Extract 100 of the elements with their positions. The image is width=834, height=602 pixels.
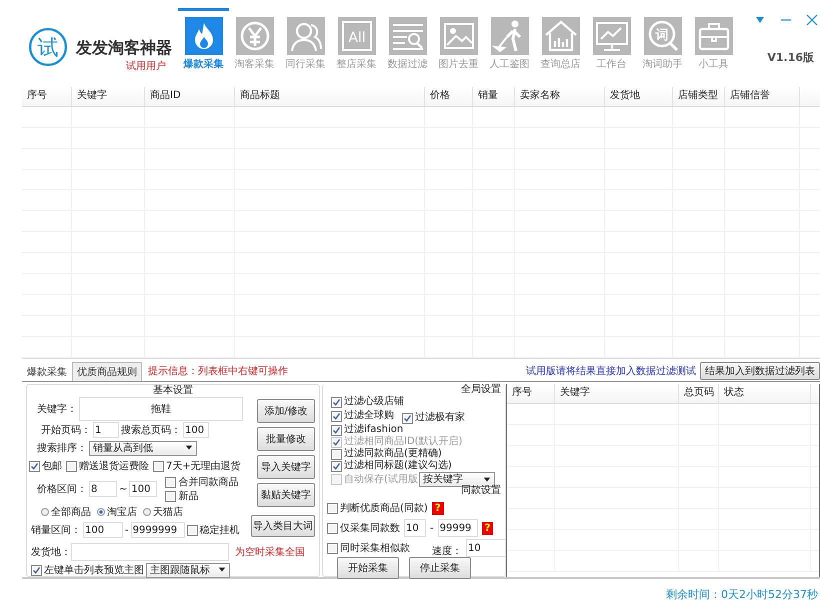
time-remaining-text: 剩余时间：0天2小时52分37秒: [665, 587, 819, 602]
checkbox[interactable]: [29, 460, 40, 472]
checkbox[interactable]: [165, 476, 176, 488]
close-icon: [806, 14, 818, 26]
checkbox-label: 过滤相同标题(建议勾选): [344, 460, 452, 472]
toolbar-tab[interactable]: 爆款采集: [178, 8, 229, 71]
checkbox-label: 判断优质商品(同款): [340, 502, 428, 515]
button[interactable]: 开始采集: [337, 557, 399, 579]
trial-note: 试用版请将结果直接加入数据过滤测试: [526, 364, 696, 378]
checkbox[interactable]: [331, 460, 342, 472]
input-field[interactable]: 10: [466, 539, 506, 557]
separator-text: -: [125, 524, 129, 536]
house-chart-icon: [542, 17, 580, 55]
checkbox-label: 过滤ifashion: [344, 424, 404, 436]
checkbox-label: 过滤极有家: [415, 412, 465, 424]
field-label: 搜索排序：: [36, 442, 87, 455]
separator-text: -: [430, 522, 434, 534]
help-badge[interactable]: ?: [482, 522, 494, 534]
image-icon: [440, 17, 478, 55]
button[interactable]: 添加/修改: [257, 399, 315, 423]
input-field[interactable]: 拖鞋: [79, 397, 243, 421]
radio-button[interactable]: [97, 508, 105, 516]
input-field[interactable]: 9999999: [130, 522, 185, 538]
dropdown[interactable]: 主图跟随鼠标: [146, 562, 230, 578]
monitor-chart-icon: [592, 17, 630, 55]
group-title: 基本设置: [152, 385, 194, 397]
checkbox-label: 仅采集同款数: [340, 522, 400, 535]
checkbox-label: 赠送退货运费险: [79, 460, 149, 473]
field-label: 价格区间：: [36, 482, 87, 496]
separator-text: ~: [119, 484, 128, 494]
input-field[interactable]: [71, 543, 229, 561]
column-header: 卖家名称: [515, 86, 605, 106]
field-label: 搜索总页码：: [121, 424, 181, 437]
user-status: 试用用户: [126, 60, 166, 73]
caret-icon: [218, 566, 226, 574]
all-icon: All: [338, 17, 376, 55]
input-field[interactable]: 10: [404, 519, 426, 537]
column-header: 店铺信誉: [725, 86, 800, 106]
checkbox-label: 过滤全球购: [344, 410, 394, 422]
input-field[interactable]: 100: [83, 522, 123, 538]
field-label: 发货地：: [31, 546, 69, 559]
column-header: 关键字: [555, 384, 679, 403]
checkbox[interactable]: [331, 410, 342, 422]
checkbox[interactable]: [331, 424, 342, 436]
checkbox-label: 合并同款商品: [178, 476, 238, 489]
column-header: 序号: [22, 86, 72, 106]
input-field[interactable]: 100: [183, 422, 209, 438]
checkbox[interactable]: [186, 524, 198, 536]
column-header: 商品标题: [235, 86, 425, 106]
column-header: 发货地: [605, 86, 673, 106]
checkbox[interactable]: [402, 412, 413, 424]
note-text: 为空时采集全国: [235, 546, 305, 559]
column-header: 状态: [719, 384, 811, 403]
field-label: 速度：: [432, 544, 462, 558]
sweeping-person-icon: [490, 17, 528, 55]
checkbox-label: 同时采集相似款: [340, 542, 410, 555]
checkbox[interactable]: [31, 564, 42, 576]
column-header: 销量: [473, 86, 515, 106]
button[interactable]: 停止采集: [409, 557, 471, 579]
button[interactable]: 导入关键字: [257, 455, 315, 479]
checkbox-label: 过滤同款商品(更精确): [344, 448, 442, 460]
check-icon: [32, 566, 41, 574]
hint-text: 提示信息：列表框中右键可操作: [148, 364, 288, 378]
help-badge[interactable]: ?: [432, 502, 444, 514]
yen-icon: [236, 17, 274, 55]
app-title: 发发淘客神器: [76, 38, 172, 59]
button[interactable]: 黏贴关键字: [257, 483, 315, 507]
dropdown[interactable]: 销量从高到低: [89, 440, 197, 456]
radio-button[interactable]: [41, 508, 49, 516]
input-field[interactable]: 1: [93, 422, 119, 438]
checkbox[interactable]: [66, 460, 77, 472]
checkbox[interactable]: [331, 396, 342, 408]
checkbox[interactable]: [331, 448, 342, 460]
add-to-filter-button[interactable]: 结果加入到数据过滤列表: [700, 362, 820, 380]
column-header: 关键字: [72, 86, 145, 106]
input-field[interactable]: 8: [89, 481, 117, 497]
radio-label: 天猫店: [153, 506, 183, 519]
checkbox-label: 过滤相同商品ID(默认开启): [344, 436, 462, 448]
field-label: 销量区间：: [31, 524, 81, 537]
input-field[interactable]: 100: [129, 481, 158, 497]
column-header: 价格: [425, 86, 473, 106]
checkbox-label: 7天+无理由退货: [166, 460, 241, 473]
check-icon: [403, 414, 412, 422]
checkbox[interactable]: [327, 542, 338, 554]
radio-button[interactable]: [143, 508, 151, 516]
checkbox-label: 包邮: [42, 460, 62, 473]
caret-icon: [185, 444, 193, 452]
tab[interactable]: 优质商品规则: [72, 362, 142, 381]
caret-icon: [482, 476, 491, 484]
column-header: 商品ID: [145, 86, 235, 106]
input-field[interactable]: 99999: [438, 519, 478, 537]
checkbox[interactable]: [153, 460, 164, 472]
checkbox[interactable]: [165, 490, 176, 502]
people-icon: [286, 17, 324, 55]
group-title: 全局设置: [460, 384, 501, 396]
column-header: 店铺类型: [673, 86, 725, 106]
button[interactable]: 批量修改: [257, 427, 315, 451]
button[interactable]: 导入类目大词: [251, 515, 315, 537]
checkbox[interactable]: [327, 502, 338, 514]
checkbox[interactable]: [327, 522, 338, 534]
